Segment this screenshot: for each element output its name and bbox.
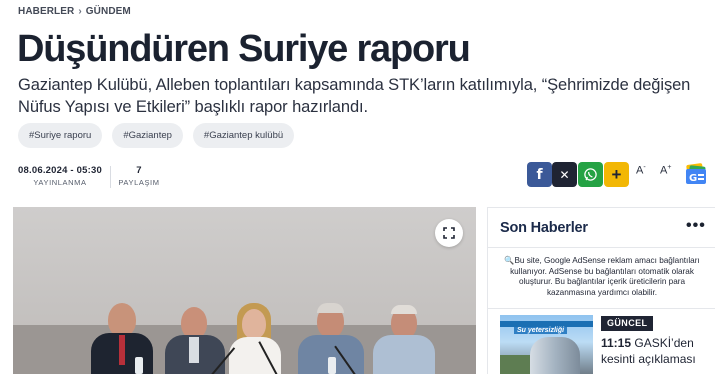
expand-icon — [443, 227, 455, 239]
tag-gaziantep[interactable]: #Gaziantep — [112, 123, 183, 148]
share-count-info: 7 PAYLAŞIM — [117, 165, 161, 187]
hero-bottle — [135, 357, 143, 374]
whatsapp-share-button[interactable] — [578, 162, 603, 187]
hero-bottle — [328, 357, 336, 374]
x-icon: ✕ — [559, 167, 570, 182]
thumb-building — [530, 337, 580, 374]
news-time: 11:15 — [601, 336, 632, 350]
news-thumbnail[interactable]: Su yetersizliği — [500, 315, 593, 374]
svg-text:G: G — [689, 173, 697, 184]
sidebar-divider — [488, 308, 715, 309]
page-title: Düşündüren Suriye raporu — [17, 28, 471, 70]
news-category-badge: GÜNCEL — [601, 316, 654, 331]
font-increase-sup: + — [667, 164, 672, 171]
facebook-icon: f — [536, 166, 543, 183]
thumb-caption: Su yetersizliği — [514, 327, 568, 334]
sidebar-title: Son Haberler — [500, 220, 588, 236]
facebook-share-button[interactable]: f — [527, 162, 552, 187]
article-hero-image[interactable] — [13, 207, 476, 374]
meta-divider — [110, 166, 111, 188]
font-decrease-button[interactable]: A- — [636, 164, 646, 177]
breadcrumb-item-gundem[interactable]: GÜNDEM — [86, 6, 131, 17]
breadcrumb-item-haberler[interactable]: HABERLER — [18, 6, 74, 17]
publish-info: 08.06.2024 - 05:30 YAYINLANMA — [18, 165, 102, 187]
x-share-button[interactable]: ✕ — [552, 162, 577, 187]
tag-suriye-raporu[interactable]: #Suriye raporu — [18, 123, 103, 148]
sidebar-header: Son Haberler ••• — [488, 208, 715, 248]
article-summary: Gaziantep Kulübü, Alleben toplantıları k… — [18, 76, 691, 116]
plus-icon: + — [611, 164, 622, 184]
latest-news-sidebar: Son Haberler ••• 🔍Bu site, Google AdSens… — [487, 207, 715, 374]
tag-list: #Suriye raporu #Gaziantep #Gaziantep kul… — [18, 123, 295, 148]
publish-date: 08.06.2024 - 05:30 — [18, 165, 102, 176]
whatsapp-icon — [584, 168, 597, 181]
news-headline-link[interactable]: 11:15 GASKİ’den kesinti açıklaması — [601, 335, 711, 367]
publish-label: YAYINLANMA — [33, 178, 87, 187]
google-news-icon: G — [686, 163, 706, 184]
thumb-trees — [500, 355, 530, 374]
more-share-button[interactable]: + — [604, 162, 629, 187]
share-count: 7 — [136, 165, 142, 176]
tag-gaziantep-kulubu[interactable]: #Gaziantep kulübü — [192, 123, 295, 148]
google-news-button[interactable]: G — [684, 162, 708, 186]
sidebar-more-button[interactable]: ••• — [686, 217, 706, 235]
font-decrease-sup: - — [643, 164, 646, 171]
share-count-label: PAYLAŞIM — [118, 178, 160, 187]
breadcrumb-separator: › — [78, 6, 82, 17]
breadcrumb: HABERLER › GÜNDEM — [18, 6, 131, 17]
expand-image-button[interactable] — [435, 219, 463, 247]
font-increase-button[interactable]: A+ — [660, 164, 671, 177]
adsense-notice: 🔍Bu site, Google AdSense reklam amacı ba… — [504, 256, 700, 297]
